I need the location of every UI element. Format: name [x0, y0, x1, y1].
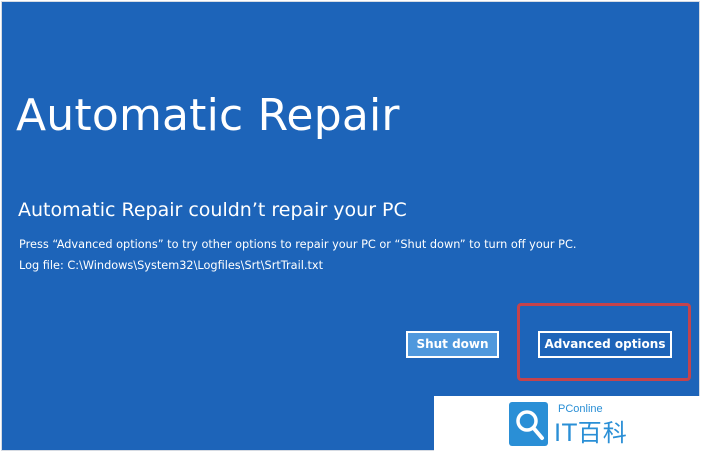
error-heading: Automatic Repair couldn’t repair your PC — [18, 199, 407, 221]
advanced-options-button[interactable]: Advanced options — [538, 331, 672, 358]
page-title: Automatic Repair — [16, 90, 400, 141]
magnifier-logo-icon — [509, 402, 548, 446]
instructions-text: Press “Advanced options” to try other op… — [19, 238, 577, 251]
watermark-brand-big: IT百科 — [554, 419, 628, 447]
log-file-path: Log file: C:\Windows\System32\Logfiles\S… — [19, 259, 324, 272]
automatic-repair-screen: Automatic Repair Automatic Repair couldn… — [1, 1, 700, 451]
watermark: PConline IT百科 — [434, 396, 700, 452]
shutdown-button[interactable]: Shut down — [406, 331, 499, 358]
